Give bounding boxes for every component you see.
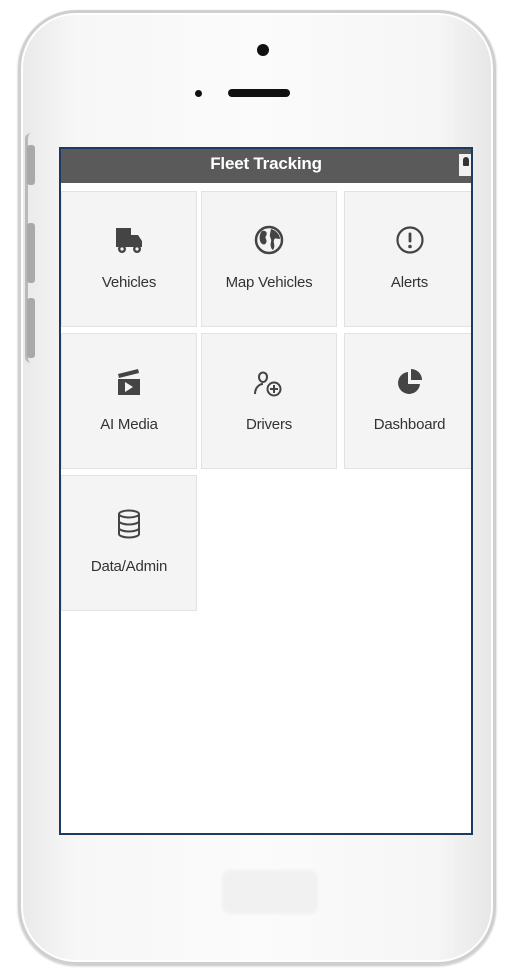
app-header: Fleet Tracking: [61, 149, 471, 183]
menu-grid: Vehicles Map Vehicles Alerts AI Media Dr…: [61, 183, 471, 833]
pie-chart-icon: [345, 366, 471, 400]
dashboard-tile[interactable]: Dashboard: [344, 333, 471, 469]
data-admin-tile[interactable]: Data/Admin: [61, 475, 197, 611]
drivers-tile[interactable]: Drivers: [201, 333, 337, 469]
volume-down-button: [27, 298, 35, 358]
clapperboard-icon: [62, 366, 196, 400]
vehicles-tile[interactable]: Vehicles: [61, 191, 197, 327]
ai-media-tile[interactable]: AI Media: [61, 333, 197, 469]
driver-add-icon: [202, 366, 336, 400]
earpiece-speaker: [228, 89, 290, 97]
database-icon: [62, 508, 196, 542]
user-icon[interactable]: [459, 154, 471, 176]
home-button[interactable]: [222, 870, 318, 914]
map-vehicles-tile[interactable]: Map Vehicles: [201, 191, 337, 327]
map-vehicles-label: Map Vehicles: [225, 274, 313, 291]
alerts-tile[interactable]: Alerts: [344, 191, 471, 327]
app-title: Fleet Tracking: [210, 154, 322, 173]
data-admin-label: Data/Admin: [90, 558, 168, 575]
globe-icon: [202, 224, 336, 258]
proximity-sensor: [195, 90, 202, 97]
mute-switch: [27, 145, 35, 185]
ai-media-label: AI Media: [100, 416, 158, 433]
vehicles-label: Vehicles: [101, 274, 157, 291]
volume-up-button: [27, 223, 35, 283]
alert-circle-icon: [345, 224, 471, 258]
drivers-label: Drivers: [245, 416, 293, 433]
dashboard-label: Dashboard: [373, 416, 446, 433]
front-camera: [257, 44, 269, 56]
app-screen: Fleet Tracking Vehicles Map Vehicles Ale…: [59, 147, 473, 835]
truck-icon: [62, 224, 196, 258]
alerts-label: Alerts: [390, 274, 429, 291]
